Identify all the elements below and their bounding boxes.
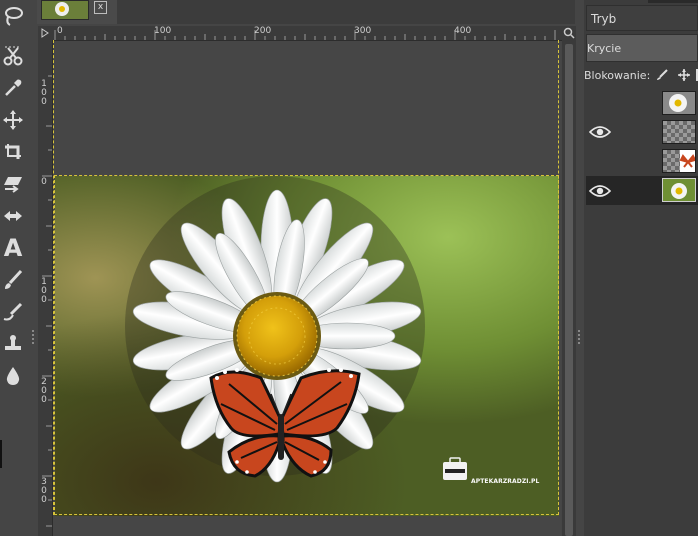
dock-grip[interactable]	[32, 330, 36, 344]
ruler-label: 1 0 0	[41, 79, 47, 107]
dock-top-edge	[648, 0, 698, 3]
scissors-icon[interactable]	[0, 42, 26, 70]
layer-thumbnail[interactable]	[662, 91, 696, 115]
ruler-label: 200	[254, 26, 272, 36]
ruler-label: 400	[454, 26, 472, 36]
dock-grip[interactable]	[578, 330, 582, 344]
ruler-label: 2 0 0	[41, 377, 47, 405]
horizontal-ruler[interactable]: 0 100 200 300 400	[52, 26, 562, 41]
lock-row: Blokowanie:	[584, 66, 698, 84]
ruler-label: 1 0 0	[41, 277, 47, 305]
move-icon[interactable]	[0, 106, 26, 134]
image-tab-thumbnail[interactable]	[41, 0, 89, 20]
ruler-label: 100	[154, 26, 172, 36]
ruler-corner-button[interactable]	[38, 26, 52, 40]
toolbox-separator	[29, 0, 37, 536]
drop-icon[interactable]	[0, 362, 26, 390]
scrollbar-thumb[interactable]	[565, 44, 573, 536]
ruler-label: 300	[354, 26, 372, 36]
lock-position-icon[interactable]	[678, 69, 691, 81]
clone-stamp-icon[interactable]	[0, 330, 26, 358]
lock-label: Blokowanie:	[584, 68, 651, 82]
image-canvas[interactable]: APTEKARZRADZI.PL	[55, 176, 559, 516]
text-icon[interactable]: A	[0, 234, 26, 262]
smudge-icon[interactable]	[0, 298, 26, 326]
watermark-text: APTEKARZRADZI.PL	[471, 478, 540, 485]
paintbrush-icon[interactable]	[0, 266, 26, 294]
text-tool-glyph: A	[3, 234, 23, 262]
tab-close-icon[interactable]: x	[94, 1, 107, 14]
layer-thumbnail[interactable]	[662, 149, 696, 173]
shear-icon[interactable]	[0, 170, 26, 198]
vertical-ruler[interactable]: 1 0 0 0 1 0 0 2 0 0 3 0 0	[38, 40, 53, 536]
lasso-icon[interactable]	[0, 2, 26, 30]
image-tabs-bar	[37, 0, 575, 24]
opacity-slider[interactable]: Krycie	[586, 34, 698, 62]
fg-color-edge[interactable]	[0, 440, 2, 468]
ruler-label: 0	[41, 177, 47, 187]
lock-pixels-icon[interactable]	[656, 69, 668, 81]
eye-icon[interactable]	[588, 124, 612, 138]
layer-thumbnail[interactable]	[662, 120, 696, 144]
layer-thumbnail[interactable]	[662, 178, 696, 202]
ruler-label: 3 0 0	[41, 477, 47, 505]
flip-icon[interactable]	[0, 202, 26, 230]
dock-separator	[576, 0, 584, 536]
layer-mode-select[interactable]: Tryb	[586, 5, 698, 31]
toolbox: A	[0, 0, 29, 536]
opacity-label: Krycie	[587, 42, 622, 55]
navigate-zoom-icon[interactable]	[562, 26, 576, 40]
ruler-label: 0	[57, 26, 63, 36]
crop-icon[interactable]	[0, 138, 26, 166]
layer-mode-label: Tryb	[591, 12, 617, 26]
eyedropper-icon[interactable]	[0, 74, 26, 102]
eye-icon[interactable]	[588, 183, 612, 197]
